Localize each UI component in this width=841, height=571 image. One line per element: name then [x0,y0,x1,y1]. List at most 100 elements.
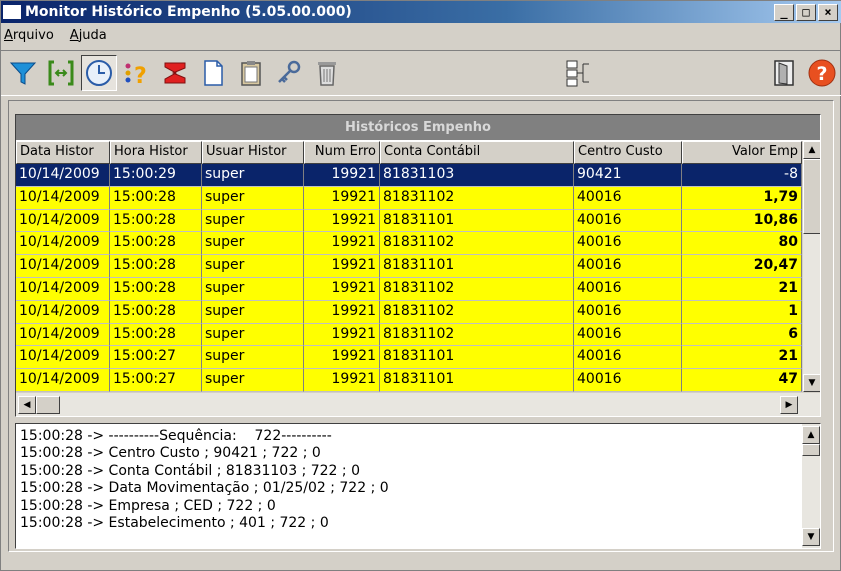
log-lines: 15:00:28 -> ----------Sequência: 722----… [20,428,389,532]
help-button[interactable]: ? [804,55,840,91]
cell-hora: 15:00:28 [110,277,202,301]
filter-icon [9,62,37,85]
grid-body: 10/14/2009 15:00:29 super 19921 81831103 9042… [16,164,802,392]
log-scroll-up-arrow-icon[interactable]: ▲ [802,426,820,444]
cell-usuario: super [202,209,304,233]
cell-usuario: super [202,300,304,324]
log-line: 15:00:28 -> Empresa ; CED ; 722 ; 0 [20,497,276,514]
column-header-conta[interactable]: Conta Contábil [380,141,574,164]
clock-button[interactable] [81,55,117,91]
grid-horizontal-scrollbar[interactable]: ◀ ▶ [16,392,820,416]
table-row[interactable]: 10/14/2009 15:00:28 super 19921 81831101 4001… [16,209,802,233]
maximize-button[interactable]: □ [796,3,816,21]
cell-data: 10/14/2009 [16,346,110,370]
grid-vertical-scrollbar[interactable]: ▲ ▼ [802,141,820,392]
close-button[interactable]: × [818,3,838,21]
column-header-usuario[interactable]: Usuar Histor [202,141,304,164]
cell-conta: 81831102 [380,323,574,347]
table-row[interactable]: 10/14/2009 15:00:28 super 19921 81831101 4001… [16,255,802,278]
cell-num-erro: 19921 [304,323,380,347]
cell-conta: 81831101 [380,209,574,233]
menu-bar: Arquivo Ajuda [1,24,841,46]
cell-data: 10/14/2009 [16,300,110,324]
minimize-button[interactable]: _ [774,3,794,21]
log-line: 15:00:28 -> Data Movimentação ; 01/25/02… [20,480,389,497]
title-bar[interactable]: Monitor Histórico Empenho (5.05.00.000) … [1,1,841,23]
log-line: 15:00:28 -> ----------Sequência: 722----… [20,428,332,444]
range-button[interactable] [43,55,79,91]
cell-centro-custo: 40016 [574,232,682,256]
sum-icon [164,62,186,84]
cell-valor: 21 [682,277,802,301]
cell-hora: 15:00:28 [110,300,202,324]
cell-conta: 81831101 [380,369,574,392]
cell-usuario: super [202,277,304,301]
column-header-data[interactable]: Data Histor [16,141,110,164]
cell-num-erro: 19921 [304,369,380,392]
column-header-num-erro[interactable]: Num Erro [304,141,380,164]
table-row[interactable]: 10/14/2009 15:00:27 super 19921 81831101 4001… [16,346,802,370]
exit-door-icon [774,60,794,86]
cell-valor: 10,86 [682,209,802,233]
cell-centro-custo: 40016 [574,255,682,278]
clipboard-icon [241,61,261,86]
trash-icon [318,62,336,86]
network-button[interactable] [560,55,596,91]
scroll-left-arrow-icon[interactable]: ◀ [18,396,36,414]
help-query-button[interactable]: ? [119,55,155,91]
table-row[interactable]: 10/14/2009 15:00:28 super 19921 81831102 4001… [16,323,802,347]
scroll-down-arrow-icon[interactable]: ▼ [803,374,820,392]
cell-centro-custo: 40016 [574,209,682,233]
table-row[interactable]: 10/14/2009 15:00:28 super 19921 81831102 4001… [16,300,802,324]
app-icon [3,5,21,19]
cell-hora: 15:00:28 [110,186,202,210]
cell-num-erro: 19921 [304,300,380,324]
grid-caption: Históricos Empenho [16,115,820,140]
table-row[interactable]: 10/14/2009 15:00:28 super 19921 81831102 4001… [16,277,802,301]
cell-hora: 15:00:28 [110,209,202,233]
log-scroll-down-arrow-icon[interactable]: ▼ [802,528,820,546]
column-header-hora[interactable]: Hora Histor [110,141,202,164]
cell-conta: 81831102 [380,277,574,301]
svg-text:?: ? [816,63,827,85]
log-line: 15:00:28 -> Conta Contábil ; 81831103 ; … [20,462,360,479]
table-row[interactable]: 10/14/2009 15:00:29 super 19921 81831103 9042… [16,164,802,187]
cell-num-erro: 19921 [304,186,380,210]
log-scroll-thumb[interactable] [802,444,820,456]
hscroll-thumb[interactable] [36,396,60,414]
cell-hora: 15:00:27 [110,346,202,370]
filter-button[interactable] [5,55,41,91]
clipboard-button[interactable] [233,55,269,91]
menu-arquivo[interactable]: Arquivo [4,28,54,43]
scroll-right-arrow-icon[interactable]: ▶ [780,396,798,414]
table-row[interactable]: 10/14/2009 15:00:28 super 19921 81831102 4001… [16,186,802,210]
window-title: Monitor Histórico Empenho (5.05.00.000) [25,4,352,20]
cell-usuario: super [202,346,304,370]
exit-button[interactable] [766,55,802,91]
column-header-valor[interactable]: Valor Emp [682,141,802,164]
key-button[interactable] [271,55,307,91]
new-document-button[interactable] [195,55,231,91]
cell-usuario: super [202,164,304,187]
column-header-centro-custo[interactable]: Centro Custo [574,141,682,164]
cell-conta: 81831102 [380,300,574,324]
table-row[interactable]: 10/14/2009 15:00:27 super 19921 81831101 4001… [16,369,802,392]
scroll-up-arrow-icon[interactable]: ▲ [803,141,820,159]
key-icon [278,60,301,83]
historicos-grid[interactable]: Históricos Empenho Data Histor Hora Hist… [15,114,821,417]
log-vertical-scrollbar[interactable]: ▲ ▼ [802,424,820,548]
cell-hora: 15:00:28 [110,255,202,278]
cell-centro-custo: 40016 [574,300,682,324]
log-textarea[interactable]: 15:00:28 -> ----------Sequência: 722----… [15,423,821,549]
trash-button[interactable] [309,55,345,91]
cell-data: 10/14/2009 [16,209,110,233]
menu-ajuda[interactable]: Ajuda [70,28,107,43]
range-icon [48,60,74,86]
cell-usuario: super [202,323,304,347]
sum-button[interactable] [157,55,193,91]
scroll-thumb[interactable] [803,159,820,234]
cell-centro-custo: 40016 [574,277,682,301]
table-row[interactable]: 10/14/2009 15:00:28 super 19921 81831102 4001… [16,232,802,256]
cell-valor: 21 [682,346,802,370]
cell-data: 10/14/2009 [16,186,110,210]
